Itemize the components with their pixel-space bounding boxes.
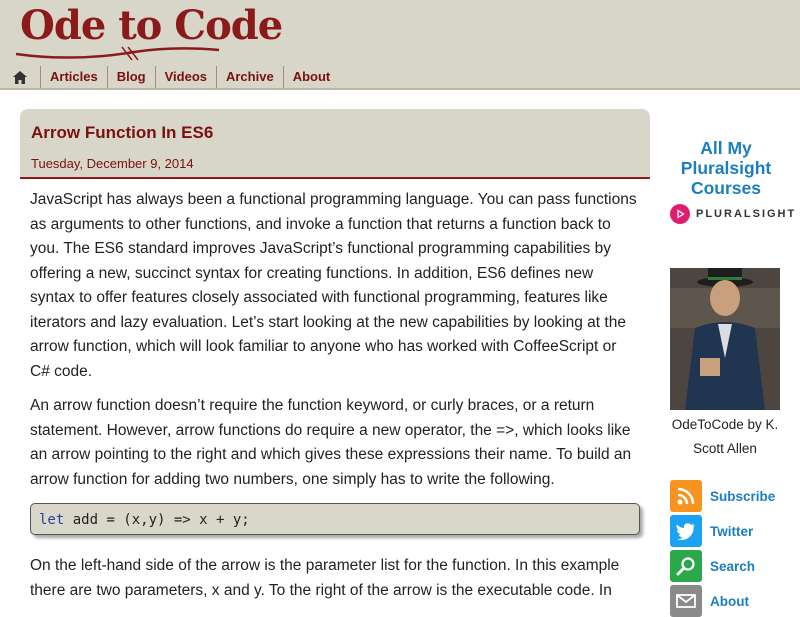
post-date: Tuesday, December 9, 2014: [31, 156, 194, 171]
post-header: Arrow Function In ES6 Tuesday, December …: [20, 109, 650, 179]
subscribe-label: Subscribe: [710, 488, 776, 504]
nav-home[interactable]: [0, 66, 41, 88]
twitter-icon: [670, 515, 702, 547]
nav-archive[interactable]: Archive: [217, 66, 284, 88]
pluralsight-courses-link[interactable]: All My Pluralsight Courses: [670, 138, 782, 198]
logo-swash-icon: [15, 46, 220, 61]
twitter-label: Twitter: [710, 523, 754, 539]
mail-icon: [670, 585, 702, 617]
code-keyword: let: [39, 512, 65, 528]
about-link[interactable]: About: [670, 585, 800, 617]
site-logo[interactable]: Ode to Code: [20, 2, 283, 49]
subscribe-link[interactable]: Subscribe: [670, 480, 800, 512]
post-body: JavaScript has always been a functional …: [30, 188, 640, 502]
nav-articles[interactable]: Articles: [41, 66, 108, 88]
pluralsight-logo[interactable]: PLURALSIGHT: [670, 204, 796, 224]
pluralsight-play-icon: [670, 204, 690, 224]
nav-about[interactable]: About: [284, 66, 340, 88]
code-text: add = (x,y) => x + y;: [64, 512, 250, 528]
home-icon: [13, 70, 27, 84]
search-label: Search: [710, 558, 756, 574]
site-header: Ode to Code Articles Blog Videos Archive…: [0, 0, 800, 90]
search-icon: [670, 550, 702, 582]
about-label: About: [710, 593, 749, 609]
author-photo: [670, 268, 780, 410]
post-paragraph-2: An arrow function doesn’t require the fu…: [30, 397, 632, 488]
nav-videos[interactable]: Videos: [156, 66, 217, 88]
author-caption: OdeToCode by K. Scott Allen: [671, 417, 779, 456]
post-body-continued: On the left-hand side of the arrow is th…: [30, 554, 640, 603]
post-paragraph-3: On the left-hand side of the arrow is th…: [30, 557, 620, 599]
code-block: let add = (x,y) => x + y;: [30, 503, 640, 535]
twitter-link[interactable]: Twitter: [670, 515, 800, 547]
post-paragraph-1: JavaScript has always been a functional …: [30, 191, 637, 380]
nav-blog[interactable]: Blog: [108, 66, 156, 88]
post-title[interactable]: Arrow Function In ES6: [31, 123, 213, 143]
header-divider: [0, 88, 800, 90]
pluralsight-label: PLURALSIGHT: [696, 208, 797, 220]
search-link[interactable]: Search: [670, 550, 800, 582]
rss-icon: [670, 480, 702, 512]
main-nav: Articles Blog Videos Archive About: [0, 66, 339, 88]
